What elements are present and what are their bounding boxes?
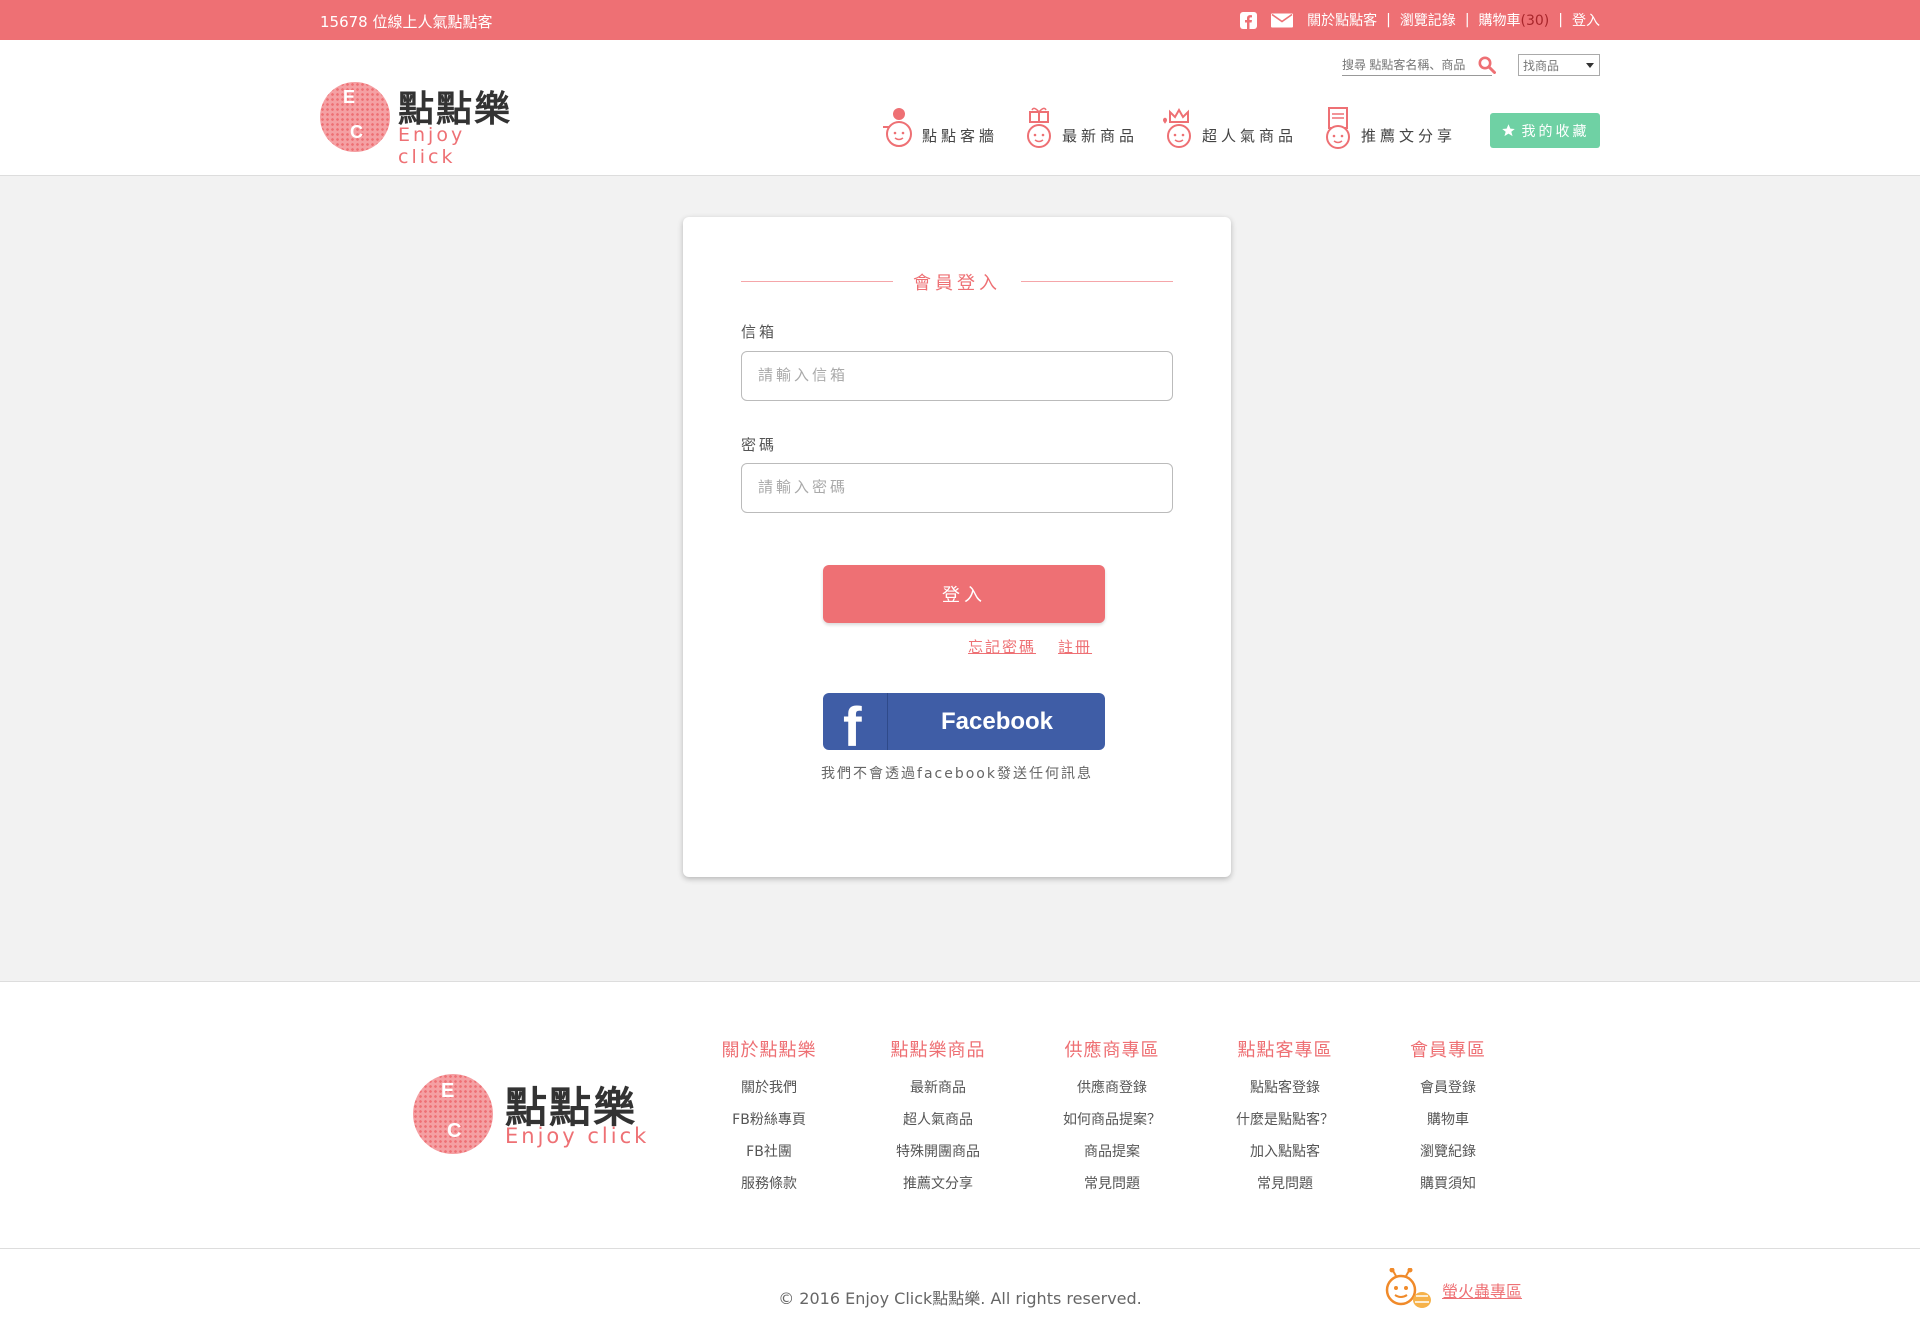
search-input[interactable] [1342, 55, 1470, 72]
footer-link[interactable]: FB社團 [699, 1136, 839, 1168]
footer-link[interactable]: 特殊開團商品 [868, 1136, 1008, 1168]
firefly-icon [1385, 1268, 1431, 1308]
password-input[interactable] [758, 464, 1158, 510]
crown-face-icon [1163, 107, 1192, 148]
mail-icon[interactable] [1271, 12, 1294, 29]
footer-link[interactable]: 什麼是點點客？ [1215, 1104, 1355, 1136]
logo[interactable]: E C 點點樂 Enjoy click [320, 80, 520, 168]
online-count: 15678 位線上人氣點點客 [320, 13, 493, 31]
footer-link[interactable]: 商品提案 [1042, 1136, 1182, 1168]
footer-logo-mark: E C [413, 1074, 493, 1154]
footer-logo-subtitle: Enjoy click [505, 1124, 650, 1148]
document-face-icon [1326, 107, 1351, 149]
copyright: © 2016 Enjoy Click點點樂. All rights reserv… [778, 1289, 1142, 1308]
footer-link[interactable]: 點點客登錄 [1215, 1072, 1355, 1104]
footer-link[interactable]: 購物車 [1378, 1104, 1518, 1136]
cart-link[interactable]: 購物車(30) [1479, 10, 1550, 30]
footer-column-clickers: 點點客專區 點點客登錄 什麼是點點客？ 加入點點客 常見問題 [1215, 1036, 1355, 1200]
chevron-down-icon [1586, 63, 1594, 68]
logo-subtitle: Enjoy click [398, 124, 466, 168]
search-category-select[interactable]: 找商品 [1518, 54, 1600, 76]
search-icon[interactable] [1478, 56, 1496, 74]
facebook-icon[interactable] [1240, 11, 1258, 29]
footer-column-about: 關於點點樂 關於我們 FB粉絲專頁 FB社團 服務條款 [699, 1036, 839, 1200]
footer-link[interactable]: FB粉絲專頁 [699, 1104, 839, 1136]
footer: E C 點點樂 Enjoy click 關於點點樂 關於我們 FB粉絲專頁 FB… [0, 981, 1920, 1323]
login-button[interactable]: 登入 [823, 565, 1105, 623]
password-label: 密碼 [741, 436, 778, 454]
register-link[interactable]: 註冊 [1058, 638, 1092, 656]
footer-column-suppliers: 供應商專區 供應商登錄 如何商品提案？ 商品提案 常見問題 [1042, 1036, 1182, 1200]
footer-logo[interactable]: E C 點點樂 Enjoy click [413, 1074, 653, 1154]
nav-item-popular[interactable]: 超人氣商品 [1160, 104, 1297, 150]
footer-link[interactable]: 推薦文分享 [868, 1168, 1008, 1200]
logo-mark: E C [320, 82, 390, 152]
cart-count: (30) [1520, 13, 1550, 29]
footer-link[interactable]: 如何商品提案？ [1042, 1104, 1182, 1136]
star-icon [1501, 124, 1515, 137]
firefly-zone-link[interactable]: 螢火蟲專區 [1382, 1267, 1522, 1313]
email-field [741, 351, 1173, 401]
footer-link[interactable]: 常見問題 [1215, 1168, 1355, 1200]
login-card: 會員登入 信箱 密碼 登入 忘記密碼 註冊 f Facebook 我們不會透過fa… [683, 217, 1231, 877]
login-link[interactable]: 登入 [1572, 10, 1600, 30]
footer-link[interactable]: 供應商登錄 [1042, 1072, 1182, 1104]
main-nav: 點點客牆 最新商品 超人氣商品 推薦文分享 [880, 104, 1478, 150]
nav-item-new[interactable]: 最新商品 [1020, 104, 1138, 150]
footer-link[interactable]: 購買須知 [1378, 1168, 1518, 1200]
avatar-face-icon [883, 108, 912, 147]
footer-link[interactable]: 服務條款 [699, 1168, 839, 1200]
footer-link[interactable]: 瀏覽紀錄 [1378, 1136, 1518, 1168]
top-bar: 15678 位線上人氣點點客 關於點點客 | 瀏覽記錄 | 購物車(30) | … [0, 0, 1920, 40]
header: E C 點點樂 Enjoy click 找商品 [0, 40, 1920, 176]
password-field [741, 463, 1173, 513]
footer-column-products: 點點樂商品 最新商品 超人氣商品 特殊開團商品 推薦文分享 [868, 1036, 1008, 1200]
email-label: 信箱 [741, 323, 778, 341]
login-title: 會員登入 [741, 269, 1173, 294]
top-links: 關於點點客 | 瀏覽記錄 | 購物車(30) | 登入 [1240, 10, 1600, 30]
nav-item-wall[interactable]: 點點客牆 [880, 104, 998, 150]
footer-column-members: 會員專區 會員登錄 購物車 瀏覽紀錄 購買須知 [1378, 1036, 1518, 1200]
search-box [1342, 54, 1496, 76]
about-link[interactable]: 關於點點客 [1307, 10, 1377, 30]
footer-link[interactable]: 會員登錄 [1378, 1072, 1518, 1104]
footer-link[interactable]: 常見問題 [1042, 1168, 1182, 1200]
email-input[interactable] [758, 352, 1158, 398]
favorites-button[interactable]: 我的收藏 [1490, 113, 1600, 148]
nav-item-share[interactable]: 推薦文分享 [1319, 104, 1456, 150]
facebook-note: 我們不會透過facebook發送任何訊息 [821, 766, 1093, 782]
facebook-login-button[interactable]: f Facebook [823, 693, 1105, 750]
footer-link[interactable]: 超人氣商品 [868, 1104, 1008, 1136]
facebook-logo-icon: f [823, 693, 888, 750]
history-link[interactable]: 瀏覽記錄 [1400, 10, 1456, 30]
footer-link[interactable]: 最新商品 [868, 1072, 1008, 1104]
forgot-password-link[interactable]: 忘記密碼 [968, 638, 1036, 656]
footer-link[interactable]: 關於我們 [699, 1072, 839, 1104]
auth-links: 忘記密碼 註冊 [968, 636, 1114, 657]
footer-divider [0, 1248, 1920, 1249]
footer-link[interactable]: 加入點點客 [1215, 1136, 1355, 1168]
gift-face-icon [1027, 107, 1052, 148]
